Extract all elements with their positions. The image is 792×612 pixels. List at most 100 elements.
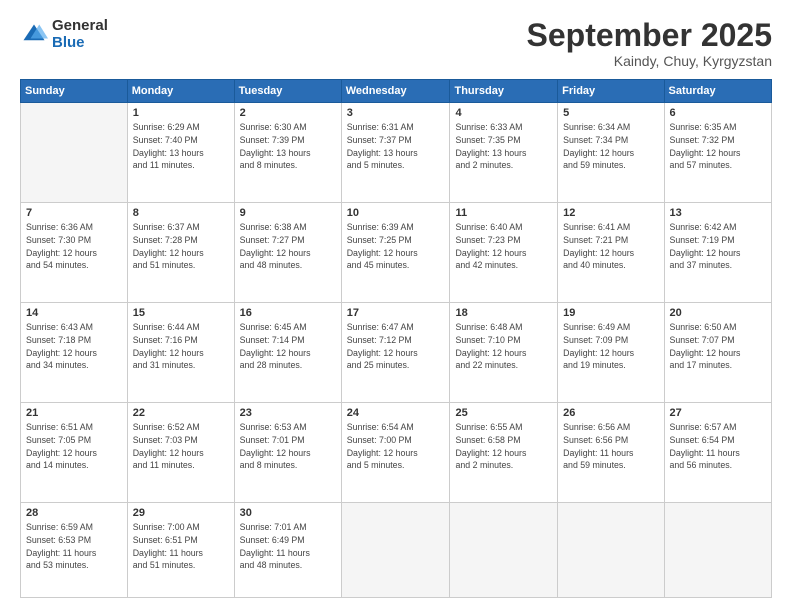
day-info: Sunrise: 6:35 AMSunset: 7:32 PMDaylight:… — [670, 121, 766, 172]
table-row: 26 Sunrise: 6:56 AMSunset: 6:56 PMDayligh… — [558, 403, 664, 503]
day-info: Sunrise: 6:40 AMSunset: 7:23 PMDaylight:… — [455, 221, 552, 272]
table-row: 4Sunrise: 6:33 AMSunset: 7:35 PMDaylight… — [450, 103, 558, 203]
day-number: 7 — [26, 207, 122, 219]
day-number: 27 — [670, 407, 766, 419]
header-row: Sunday Monday Tuesday Wednesday Thursday… — [21, 80, 772, 103]
day-number: 20 — [670, 307, 766, 319]
day-info: Sunrise: 6:51 AMSunset: 7:05 PMDaylight:… — [26, 421, 122, 472]
col-friday: Friday — [558, 80, 664, 103]
day-info: Sunrise: 6:59 AMSunset: 6:53 PMDaylight:… — [26, 521, 122, 572]
logo: General Blue — [20, 18, 108, 51]
day-info: Sunrise: 6:37 AMSunset: 7:28 PMDaylight:… — [133, 221, 229, 272]
day-info: Sunrise: 7:01 AMSunset: 6:49 PMDaylight:… — [240, 521, 336, 572]
col-thursday: Thursday — [450, 80, 558, 103]
logo-text: General Blue — [52, 18, 108, 51]
table-row: 9 Sunrise: 6:38 AMSunset: 7:27 PMDaylight… — [234, 203, 341, 303]
day-number: 18 — [455, 307, 552, 319]
table-row: 20 Sunrise: 6:50 AMSunset: 7:07 PMDayligh… — [664, 303, 771, 403]
day-info: Sunrise: 6:43 AMSunset: 7:18 PMDaylight:… — [26, 321, 122, 372]
calendar-row-1: 1 Sunrise: 6:29 AMSunset: 7:40 PMDaylight… — [21, 103, 772, 203]
table-row: 22Sunrise: 6:52 AMSunset: 7:03 PMDayligh… — [127, 403, 234, 503]
table-row: 10 Sunrise: 6:39 AMSunset: 7:25 PMDayligh… — [341, 203, 450, 303]
table-row: 7Sunrise: 6:36 AMSunset: 7:30 PMDaylight… — [21, 203, 128, 303]
table-row — [664, 503, 771, 598]
day-number: 10 — [347, 207, 445, 219]
table-row: 25 Sunrise: 6:55 AMSunset: 6:58 PMDayligh… — [450, 403, 558, 503]
table-row: 5Sunrise: 6:34 AMSunset: 7:34 PMDaylight… — [558, 103, 664, 203]
day-info: Sunrise: 6:31 AMSunset: 7:37 PMDaylight:… — [347, 121, 445, 172]
table-row: 16 Sunrise: 6:45 AMSunset: 7:14 PMDayligh… — [234, 303, 341, 403]
day-info: Sunrise: 6:47 AMSunset: 7:12 PMDaylight:… — [347, 321, 445, 372]
day-number: 14 — [26, 307, 122, 319]
day-number: 29 — [133, 507, 229, 519]
day-info: Sunrise: 6:29 AMSunset: 7:40 PMDaylight:… — [133, 121, 229, 172]
table-row: 2Sunrise: 6:30 AMSunset: 7:39 PMDaylight… — [234, 103, 341, 203]
table-row: 1 Sunrise: 6:29 AMSunset: 7:40 PMDaylight… — [127, 103, 234, 203]
day-info: Sunrise: 6:42 AMSunset: 7:19 PMDaylight:… — [670, 221, 766, 272]
day-info: Sunrise: 6:34 AMSunset: 7:34 PMDaylight:… — [563, 121, 658, 172]
day-info: Sunrise: 6:39 AMSunset: 7:25 PMDaylight:… — [347, 221, 445, 272]
table-row: 8Sunrise: 6:37 AMSunset: 7:28 PMDaylight… — [127, 203, 234, 303]
day-info: Sunrise: 6:49 AMSunset: 7:09 PMDaylight:… — [563, 321, 658, 372]
page: General Blue September 2025 Kaindy, Chuy… — [0, 0, 792, 612]
day-info: Sunrise: 6:30 AMSunset: 7:39 PMDaylight:… — [240, 121, 336, 172]
col-wednesday: Wednesday — [341, 80, 450, 103]
calendar-row-5: 28 Sunrise: 6:59 AMSunset: 6:53 PMDayligh… — [21, 503, 772, 598]
table-row: 19 Sunrise: 6:49 AMSunset: 7:09 PMDayligh… — [558, 303, 664, 403]
day-number: 24 — [347, 407, 445, 419]
col-saturday: Saturday — [664, 80, 771, 103]
day-number: 19 — [563, 307, 658, 319]
day-info: Sunrise: 6:56 AMSunset: 6:56 PMDaylight:… — [563, 421, 658, 472]
table-row: 30 Sunrise: 7:01 AMSunset: 6:49 PMDayligh… — [234, 503, 341, 598]
day-info: Sunrise: 6:45 AMSunset: 7:14 PMDaylight:… — [240, 321, 336, 372]
day-number: 11 — [455, 207, 552, 219]
col-tuesday: Tuesday — [234, 80, 341, 103]
table-row — [21, 103, 128, 203]
day-number: 28 — [26, 507, 122, 519]
calendar-table: Sunday Monday Tuesday Wednesday Thursday… — [20, 79, 772, 598]
day-info: Sunrise: 7:00 AMSunset: 6:51 PMDaylight:… — [133, 521, 229, 572]
day-number: 13 — [670, 207, 766, 219]
day-number: 3 — [347, 107, 445, 119]
day-info: Sunrise: 6:52 AMSunset: 7:03 PMDaylight:… — [133, 421, 229, 472]
day-number: 15 — [133, 307, 229, 319]
table-row: 15Sunrise: 6:44 AMSunset: 7:16 PMDayligh… — [127, 303, 234, 403]
table-row: 28 Sunrise: 6:59 AMSunset: 6:53 PMDayligh… — [21, 503, 128, 598]
day-info: Sunrise: 6:38 AMSunset: 7:27 PMDaylight:… — [240, 221, 336, 272]
day-info: Sunrise: 6:50 AMSunset: 7:07 PMDaylight:… — [670, 321, 766, 372]
logo-blue: Blue — [52, 35, 108, 52]
table-row: 6 Sunrise: 6:35 AMSunset: 7:32 PMDaylight… — [664, 103, 771, 203]
day-number: 4 — [455, 107, 552, 119]
title-block: September 2025 Kaindy, Chuy, Kyrgyzstan — [527, 18, 772, 69]
table-row — [341, 503, 450, 598]
day-info: Sunrise: 6:41 AMSunset: 7:21 PMDaylight:… — [563, 221, 658, 272]
day-info: Sunrise: 6:55 AMSunset: 6:58 PMDaylight:… — [455, 421, 552, 472]
calendar-row-3: 14 Sunrise: 6:43 AMSunset: 7:18 PMDayligh… — [21, 303, 772, 403]
day-number: 23 — [240, 407, 336, 419]
table-row: 18 Sunrise: 6:48 AMSunset: 7:10 PMDayligh… — [450, 303, 558, 403]
month-title: September 2025 — [527, 18, 772, 53]
table-row: 21 Sunrise: 6:51 AMSunset: 7:05 PMDayligh… — [21, 403, 128, 503]
day-number: 9 — [240, 207, 336, 219]
table-row: 27Sunrise: 6:57 AMSunset: 6:54 PMDayligh… — [664, 403, 771, 503]
day-number: 30 — [240, 507, 336, 519]
day-number: 26 — [563, 407, 658, 419]
logo-general: General — [52, 18, 108, 35]
col-monday: Monday — [127, 80, 234, 103]
day-info: Sunrise: 6:48 AMSunset: 7:10 PMDaylight:… — [455, 321, 552, 372]
table-row: 11 Sunrise: 6:40 AMSunset: 7:23 PMDayligh… — [450, 203, 558, 303]
day-info: Sunrise: 6:53 AMSunset: 7:01 PMDaylight:… — [240, 421, 336, 472]
day-number: 21 — [26, 407, 122, 419]
table-row: 23 Sunrise: 6:53 AMSunset: 7:01 PMDayligh… — [234, 403, 341, 503]
day-number: 16 — [240, 307, 336, 319]
col-sunday: Sunday — [21, 80, 128, 103]
day-number: 25 — [455, 407, 552, 419]
calendar-row-4: 21 Sunrise: 6:51 AMSunset: 7:05 PMDayligh… — [21, 403, 772, 503]
day-number: 1 — [133, 107, 229, 119]
logo-icon — [20, 21, 48, 49]
day-number: 6 — [670, 107, 766, 119]
table-row: 12 Sunrise: 6:41 AMSunset: 7:21 PMDayligh… — [558, 203, 664, 303]
table-row: 24Sunrise: 6:54 AMSunset: 7:00 PMDayligh… — [341, 403, 450, 503]
day-number: 12 — [563, 207, 658, 219]
header: General Blue September 2025 Kaindy, Chuy… — [20, 18, 772, 69]
